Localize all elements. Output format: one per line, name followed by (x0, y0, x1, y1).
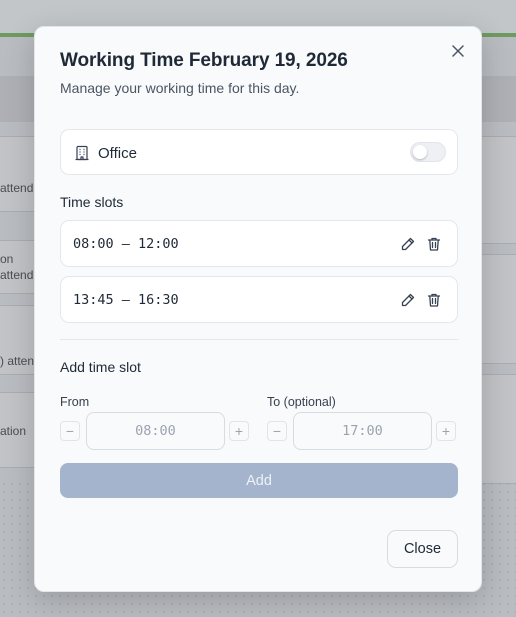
toggle-knob (413, 145, 427, 159)
to-decrement-button[interactable]: − (267, 421, 287, 441)
pencil-icon[interactable] (400, 292, 416, 308)
time-slot-label: 13:45 – 16:30 (73, 292, 179, 308)
trash-icon[interactable] (426, 236, 442, 252)
close-icon[interactable] (449, 42, 467, 60)
section-divider (60, 339, 458, 340)
background-text: ation (0, 424, 27, 438)
office-label: Office (98, 145, 137, 162)
dialog-subtitle: Manage your working time for this day. (60, 80, 300, 96)
time-slot-row: 13:45 – 16:30 (60, 276, 458, 323)
to-increment-button[interactable]: + (436, 421, 456, 441)
time-slots-heading: Time slots (60, 194, 124, 210)
background-text: attend (0, 181, 34, 195)
from-time-input[interactable] (86, 412, 225, 450)
trash-icon[interactable] (426, 292, 442, 308)
add-time-slot-heading: Add time slot (60, 359, 141, 375)
working-time-dialog: Working Time February 19, 2026 Manage yo… (34, 26, 482, 592)
add-time-slot-button[interactable]: Add (60, 463, 458, 498)
background-text: ) atten (0, 354, 35, 368)
dialog-title: Working Time February 19, 2026 (60, 50, 348, 71)
building-icon (74, 145, 90, 161)
background-text: attend (0, 268, 34, 282)
from-increment-button[interactable]: + (229, 421, 249, 441)
time-slot-label: 08:00 – 12:00 (73, 236, 179, 252)
from-decrement-button[interactable]: − (60, 421, 80, 441)
close-button[interactable]: Close (387, 530, 458, 568)
to-time-input[interactable] (293, 412, 432, 450)
to-label: To (optional) (267, 395, 336, 409)
office-toggle[interactable] (410, 142, 446, 162)
pencil-icon[interactable] (400, 236, 416, 252)
office-row: Office (60, 129, 458, 175)
background-text: on (0, 252, 14, 266)
time-slot-row: 08:00 – 12:00 (60, 220, 458, 267)
from-label: From (60, 395, 90, 409)
